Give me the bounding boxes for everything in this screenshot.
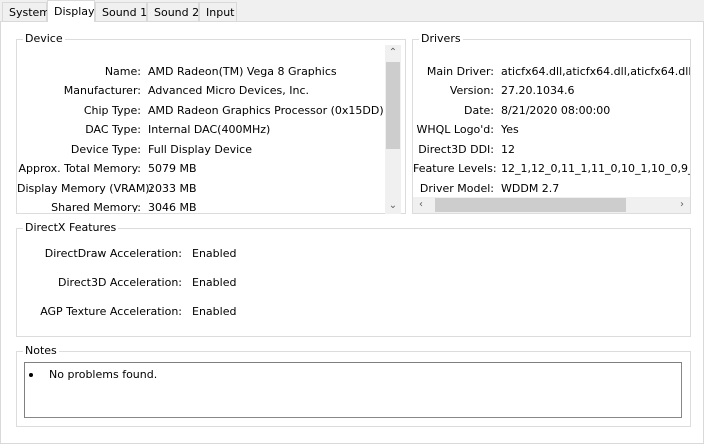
tab-label: Sound 1 (102, 6, 148, 19)
device-type-value: Full Display Device (148, 143, 252, 156)
drivers-group-title: Drivers (419, 32, 463, 46)
total-memory-value: 5079 MB (148, 162, 197, 175)
tab-label: Sound 2 (154, 6, 200, 19)
shared-memory-value: 3046 MB (148, 201, 197, 212)
version-label: Version: (449, 84, 494, 97)
agp-texture-label: AGP Texture Acceleration: (40, 305, 182, 318)
whql-label: WHQL Logo'd: (416, 123, 494, 136)
notes-title: Notes (23, 344, 59, 358)
tab-input[interactable]: Input (199, 2, 237, 21)
dac-type-value: Internal DAC(400MHz) (148, 123, 271, 136)
tab-display[interactable]: Display (47, 0, 95, 22)
drivers-info-list: Main Driver: aticfx64.dll,aticfx64.dll,a… (413, 62, 690, 197)
tab-sound-2[interactable]: Sound 2 (147, 2, 199, 21)
notes-text-area[interactable]: No problems found. (24, 362, 682, 418)
dac-type-label: DAC Type: (85, 123, 141, 136)
tab-label: Input (206, 6, 235, 19)
direct3d-ddi-label: Direct3D DDI: (418, 143, 494, 156)
scroll-left-icon[interactable]: ‹ (413, 197, 429, 213)
directdraw-label: DirectDraw Acceleration: (44, 247, 182, 260)
manufacturer-value: Advanced Micro Devices, Inc. (148, 84, 310, 97)
tab-sound-1[interactable]: Sound 1 (95, 2, 147, 21)
scroll-down-icon[interactable]: ⌄ (385, 198, 401, 214)
scroll-right-icon[interactable]: › (674, 197, 690, 213)
manufacturer-label: Manufacturer: (63, 84, 141, 97)
main-driver-value: aticfx64.dll,aticfx64.dll,aticfx64.dll,a… (501, 65, 690, 78)
scroll-up-icon[interactable]: ⌃ (385, 45, 401, 61)
version-value: 27.20.1034.6 (501, 84, 575, 97)
main-driver-label: Main Driver: (426, 65, 494, 78)
direct3d-ddi-value: 12 (501, 143, 515, 156)
vram-value: 2033 MB (148, 182, 197, 195)
tab-label: Display (54, 5, 95, 18)
device-group-title: Device (23, 32, 65, 46)
vram-label: Display Memory (VRAM): (17, 182, 154, 195)
agp-texture-value: Enabled (192, 305, 237, 318)
tab-strip: System Display Sound 1 Sound 2 Input (0, 0, 704, 22)
shared-memory-label: Shared Memory: (51, 201, 141, 212)
device-vertical-scrollbar[interactable]: ⌃ ⌄ (385, 45, 401, 214)
scrollbar-thumb[interactable] (386, 62, 400, 149)
feature-levels-value: 12_1,12_0,11_1,11_0,10_1,10_0,9_3, (501, 162, 690, 175)
date-value: 8/21/2020 08:00:00 (501, 104, 611, 117)
date-label: Date: (464, 104, 494, 117)
feature-levels-label: Feature Levels: (413, 162, 497, 175)
notes-item: No problems found. (49, 368, 158, 381)
device-name-label: Name: (104, 65, 141, 78)
whql-value: Yes (501, 123, 519, 136)
device-name-value: AMD Radeon(TM) Vega 8 Graphics (148, 65, 337, 78)
driver-model-label: Driver Model: (419, 182, 494, 195)
total-memory-label: Approx. Total Memory: (18, 162, 142, 175)
direct3d-value: Enabled (192, 276, 237, 289)
bullet-icon (29, 373, 33, 377)
directdraw-value: Enabled (192, 247, 237, 260)
direct3d-label: Direct3D Acceleration: (58, 276, 182, 289)
device-type-label: Device Type: (70, 143, 141, 156)
drivers-horizontal-scrollbar[interactable]: ‹ › (413, 197, 690, 213)
tab-label: System (9, 6, 51, 19)
scrollbar-thumb[interactable] (435, 198, 626, 212)
tab-system[interactable]: System (2, 2, 51, 21)
chip-type-label: Chip Type: (83, 104, 141, 117)
chip-type-value: AMD Radeon Graphics Processor (0x15DD) (148, 104, 384, 117)
directx-features-title: DirectX Features (23, 221, 119, 235)
driver-model-value: WDDM 2.7 (501, 182, 560, 195)
device-info-list: Name: AMD Radeon(TM) Vega 8 Graphics Man… (17, 62, 384, 212)
